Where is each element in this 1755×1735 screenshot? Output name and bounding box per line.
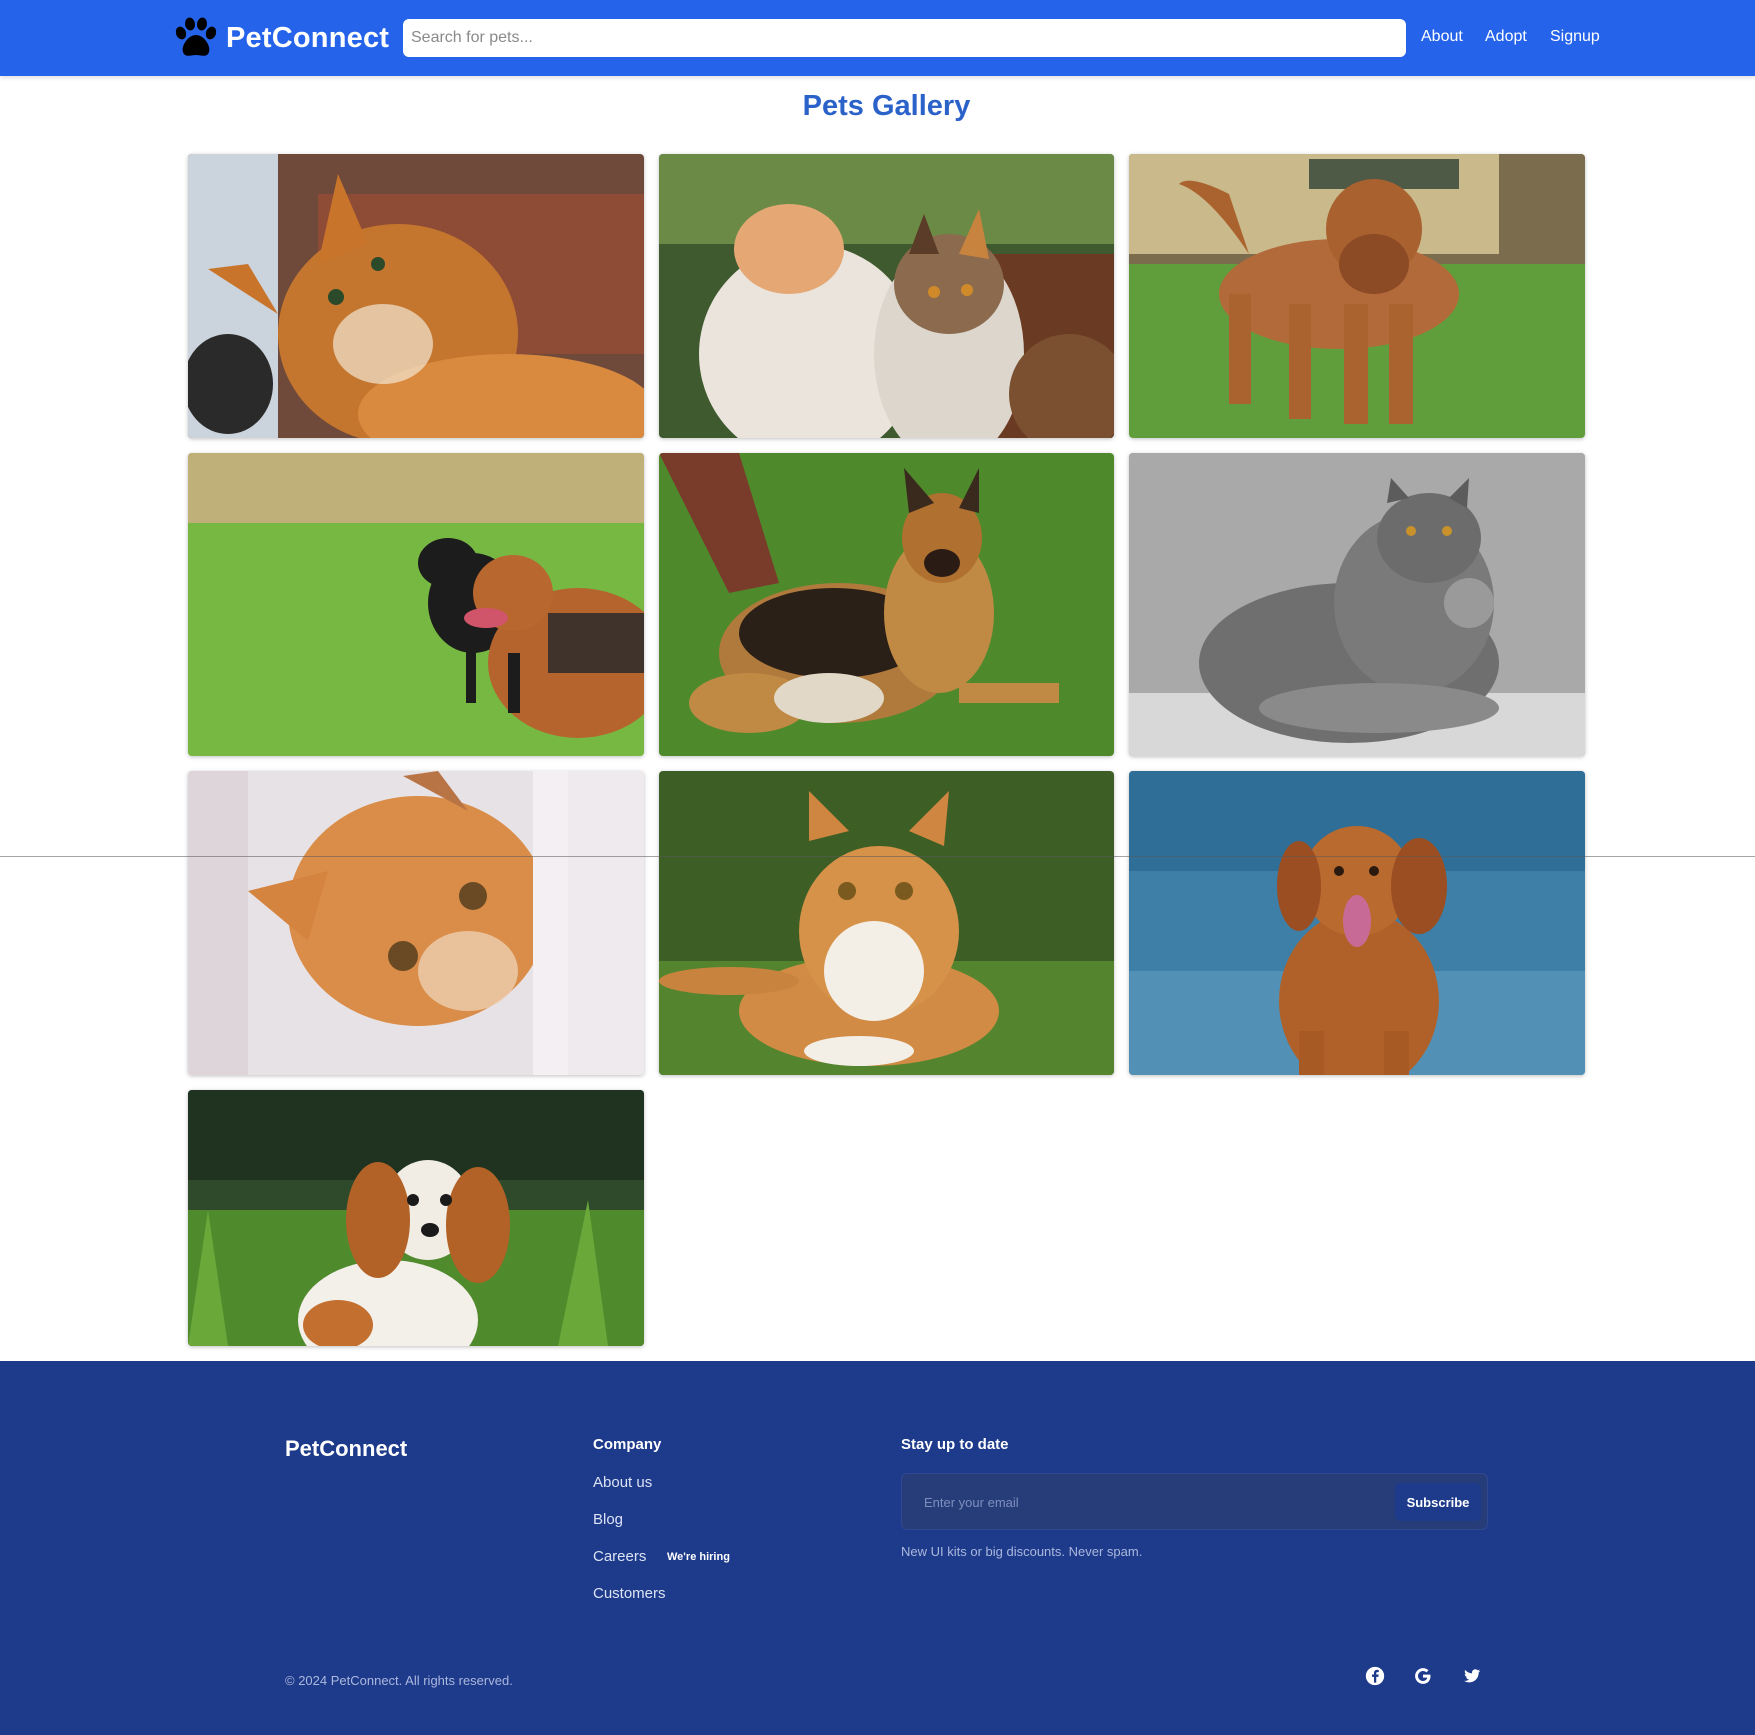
- newsletter-note: New UI kits or big discounts. Never spam…: [901, 1544, 1143, 1559]
- site-footer: PetConnect Company About us Blog Careers…: [0, 1361, 1755, 1735]
- pet-photo-icon: [188, 771, 644, 1075]
- google-icon[interactable]: [1411, 1664, 1435, 1688]
- email-field[interactable]: [914, 1485, 1384, 1519]
- subscribe-button[interactable]: Subscribe: [1395, 1483, 1481, 1521]
- pet-card-4[interactable]: [188, 453, 644, 756]
- footer-link-careers[interactable]: Careers: [593, 1548, 646, 1565]
- newsletter-heading: Stay up to date: [901, 1436, 1009, 1453]
- newsletter-form: Subscribe: [901, 1473, 1488, 1530]
- pet-card-10[interactable]: [188, 1090, 644, 1346]
- footer-link-blog[interactable]: Blog: [593, 1511, 623, 1528]
- nav-link-signup[interactable]: Signup: [1550, 28, 1600, 46]
- pet-photo-icon: [1129, 771, 1585, 1075]
- pet-photo-icon: [659, 771, 1114, 1075]
- pet-card-7[interactable]: [188, 771, 644, 1075]
- footer-link-customers[interactable]: Customers: [593, 1585, 666, 1602]
- pet-card-6[interactable]: [1129, 453, 1585, 756]
- pet-photo-icon: [659, 453, 1114, 756]
- divider: [0, 856, 1755, 857]
- nav-link-about[interactable]: About: [1421, 28, 1463, 46]
- pet-photo-icon: [188, 453, 644, 756]
- top-navbar: PetConnect About Adopt Signup: [0, 0, 1755, 76]
- pet-card-2[interactable]: [659, 154, 1114, 438]
- brand-logo[interactable]: PetConnect: [172, 16, 389, 60]
- footer-link-about-us[interactable]: About us: [593, 1474, 652, 1491]
- pet-card-1[interactable]: [188, 154, 644, 438]
- footer-brand: PetConnect: [285, 1436, 408, 1461]
- pet-card-5[interactable]: [659, 453, 1114, 756]
- pet-photo-icon: [188, 1090, 644, 1346]
- pet-card-8[interactable]: [659, 771, 1114, 1075]
- footer-company-heading: Company: [593, 1436, 662, 1453]
- paw-icon: [175, 17, 217, 56]
- pet-photo-icon: [188, 154, 644, 438]
- copyright-text: © 2024 PetConnect. All rights reserved.: [285, 1673, 513, 1688]
- search-input[interactable]: [403, 19, 1406, 57]
- pet-photo-icon: [659, 154, 1114, 438]
- twitter-icon[interactable]: [1460, 1664, 1484, 1688]
- facebook-icon[interactable]: [1363, 1664, 1387, 1688]
- brand-name: PetConnect: [226, 21, 390, 54]
- nav-link-adopt[interactable]: Adopt: [1485, 28, 1527, 46]
- pet-card-3[interactable]: [1129, 154, 1585, 438]
- page-title: Pets Gallery: [802, 90, 971, 122]
- pet-photo-icon: [1129, 154, 1585, 438]
- hiring-badge: We're hiring: [667, 1551, 730, 1563]
- pet-card-9[interactable]: [1129, 771, 1585, 1075]
- pet-photo-icon: [1129, 453, 1585, 756]
